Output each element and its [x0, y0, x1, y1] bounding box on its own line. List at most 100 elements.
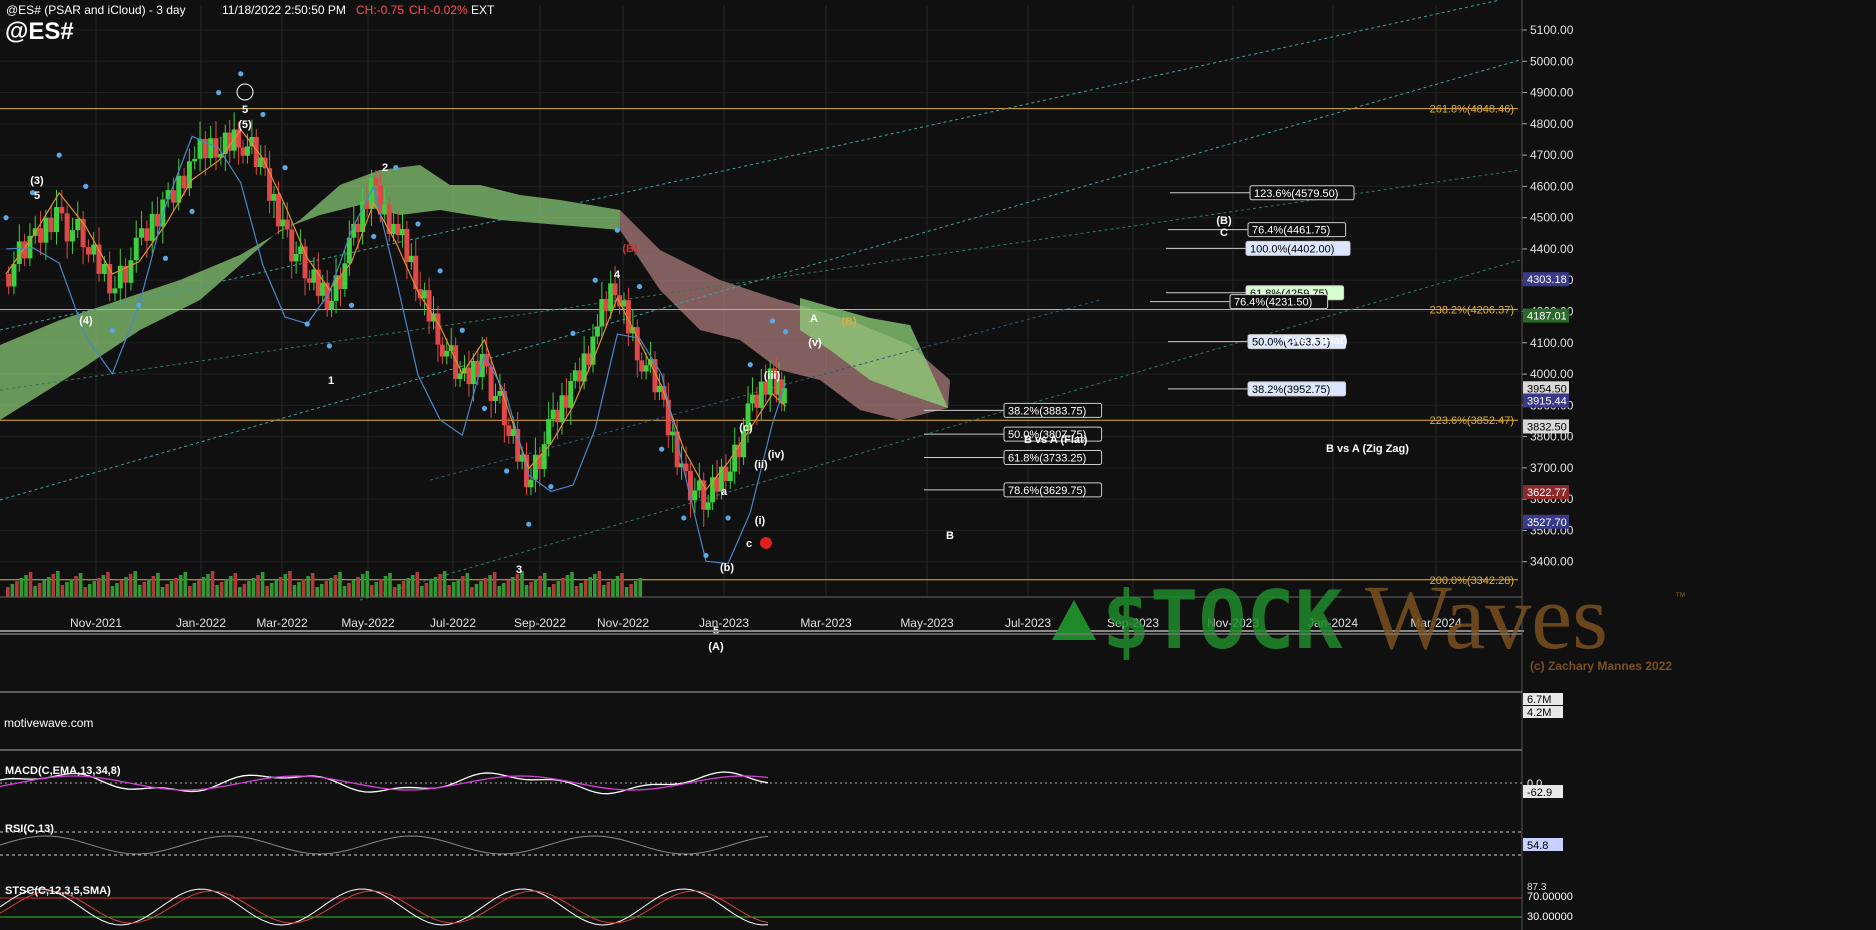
symbol-label: @ES# [5, 18, 74, 45]
candle-body [577, 370, 583, 382]
candle-body [342, 263, 348, 289]
candle-body [6, 273, 12, 287]
volume-bar [474, 584, 479, 597]
candle-body [639, 360, 645, 372]
volume-bar [456, 579, 461, 597]
candle-body [289, 229, 295, 262]
volume-bar [483, 578, 488, 597]
x-tick-label: May-2023 [900, 616, 954, 630]
candle-body [43, 217, 49, 243]
wave-label: 4 [614, 269, 621, 281]
wave-label: c [746, 538, 752, 550]
wave-label: 5 [34, 190, 40, 202]
wave-label: (B) [622, 243, 638, 255]
watermark-tm: ™ [1675, 591, 1686, 603]
y-tick-label: 4900.00 [1530, 86, 1574, 100]
fib-label: 261.8%(4848.46) [1430, 104, 1514, 116]
volume-bar [415, 572, 420, 597]
volume-value: 6.7M [1527, 694, 1551, 706]
candle-body [208, 138, 214, 159]
volume-bar [529, 582, 533, 597]
volume-bar [310, 573, 315, 597]
chart-title: @ES# (PSAR and iCloud) - 3 day [6, 3, 186, 17]
candle-body [563, 395, 569, 408]
chart-canvas[interactable]: 261.8%(4848.46) 238.2%(4206.37) 223.6%(385… [0, 0, 1876, 930]
candle-body [64, 213, 70, 242]
volume-bar [383, 576, 388, 597]
wave-label: (5) [238, 119, 252, 131]
psar-dot [747, 362, 753, 368]
psar-dot [162, 255, 169, 261]
projection-label: 76.4%(4231.50) [1234, 297, 1312, 309]
projection-label: 38.2%(3883.75) [1008, 405, 1086, 417]
candle-body [377, 185, 383, 215]
candle-body [306, 278, 312, 283]
volume-bar [552, 584, 556, 597]
volume-bar [602, 585, 606, 597]
candle-body [754, 394, 760, 408]
candle-body [723, 466, 729, 482]
projection-label: 100.0%(4402.00) [1250, 243, 1334, 255]
volume-bar [46, 577, 51, 597]
psar-dot [216, 89, 222, 96]
candle-body [506, 425, 512, 436]
candle-body [149, 213, 155, 241]
volume-bar [97, 578, 101, 597]
volume-bar [274, 580, 279, 597]
x-tick-label: Nov-2021 [70, 616, 122, 630]
volume-bar [397, 584, 401, 597]
price-tag: 3954.50 [1527, 383, 1567, 395]
candle-body [128, 260, 134, 283]
y-tick-label: 4800.00 [1530, 117, 1574, 131]
candle-body [373, 177, 379, 186]
candle-body [133, 237, 139, 261]
volume-bar [306, 576, 310, 597]
psar-dot [659, 446, 665, 452]
volume-bar [506, 580, 511, 597]
psar-dot [136, 302, 142, 308]
volume-bar [160, 587, 165, 597]
wave-label: A [810, 313, 818, 325]
volume-bar [319, 584, 324, 597]
wave-label: 5 [242, 104, 248, 116]
candle-body [192, 158, 198, 162]
psar-dot [725, 515, 731, 521]
volume-bar [169, 581, 174, 597]
psar-dot [592, 277, 598, 283]
volume-bar [188, 586, 192, 597]
volume-bar [329, 578, 333, 597]
psar-dot [238, 71, 244, 77]
stoch-lower-label: 30.00000 [1527, 911, 1573, 923]
volume-bar [615, 576, 620, 597]
candle-body [541, 444, 547, 470]
volume-bar [56, 571, 60, 597]
volume-bar [292, 585, 297, 597]
price-tag: 4187.01 [1527, 311, 1567, 323]
candle-body [311, 269, 317, 283]
watermark-copyright: (c) Zachary Mannes 2022 [1530, 659, 1672, 673]
candle-body [444, 350, 450, 357]
projection-title: B vs A (Zig Zag) [1326, 443, 1409, 455]
wave-label: C [1220, 227, 1228, 239]
projection-title: B vs A (Flat) [1024, 434, 1088, 446]
y-tick-label: 4000.00 [1530, 367, 1574, 381]
volume-bar [488, 575, 492, 597]
candle-body [435, 313, 441, 345]
candle-body [656, 385, 662, 393]
volume-bar [133, 571, 137, 597]
volume-bar [406, 578, 410, 597]
candle-body [329, 300, 335, 309]
price-tag: 3527.70 [1527, 517, 1567, 529]
candle-body [258, 157, 264, 167]
volume-bar [87, 584, 92, 597]
projection-label: 78.6%(3629.75) [1008, 485, 1086, 497]
price-tag: 3915.44 [1527, 396, 1567, 408]
candle-body [439, 344, 445, 357]
volume-bar [511, 577, 515, 597]
volume-bar [360, 574, 365, 597]
volume-bar [561, 578, 565, 597]
candle-body [271, 193, 277, 201]
macd-value-label: -62.9 [1527, 787, 1552, 799]
candle-body [758, 381, 764, 408]
candle-body [355, 223, 361, 233]
